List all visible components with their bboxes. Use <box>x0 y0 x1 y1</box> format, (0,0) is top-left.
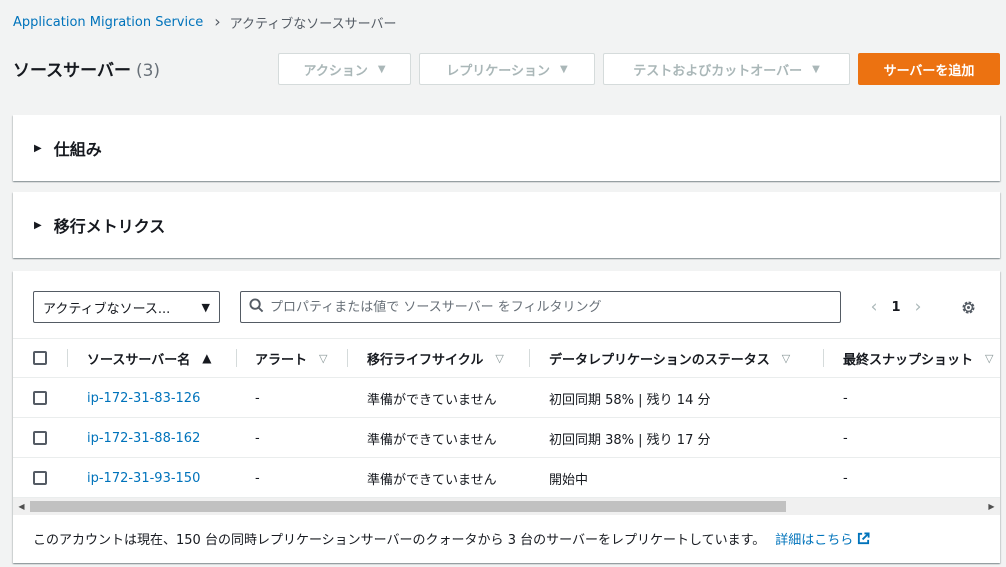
external-link-icon <box>858 532 870 545</box>
column-header-last-snapshot[interactable]: 最終スナップショット ▽ <box>843 339 993 377</box>
chevron-right-icon: › <box>214 12 221 31</box>
scrollbar-thumb[interactable] <box>30 501 786 512</box>
column-header-replication-status[interactable]: データレプリケーションのステータス ▽ <box>549 339 790 377</box>
how-it-works-heading: 仕組み <box>53 140 102 159</box>
row-checkbox-cell <box>33 458 47 498</box>
add-server-button-label: サーバーを追加 <box>883 63 975 79</box>
replication-status-cell: 開始中 <box>549 472 589 488</box>
snapshot-cell: - <box>843 430 848 446</box>
row-checkbox[interactable] <box>33 431 47 445</box>
search-icon <box>249 297 264 317</box>
column-divider <box>529 349 530 367</box>
column-header-alert[interactable]: アラート ▽ <box>255 339 327 377</box>
migration-metrics-section: ▶ 移行メトリクス <box>13 192 1000 258</box>
page-title: ソースサーバー (3) <box>13 56 160 81</box>
pagination: ‹ 1 › <box>863 291 929 323</box>
table-row: ip-172-31-83-126 - 準備ができていません 初回同期 58% |… <box>13 378 1000 418</box>
replication-status-cell: 初回同期 38% | 残り 17 分 <box>549 432 711 448</box>
server-count: (3) <box>135 61 161 81</box>
quota-note-text: このアカウントは現在、150 台の同時レプリケーションサーバーのクォータから 3… <box>33 533 766 548</box>
replication-button-label: レプリケーション <box>446 63 551 79</box>
column-divider <box>823 349 824 367</box>
actions-button[interactable]: アクション ▼ <box>278 53 411 85</box>
sort-icon: ▽ <box>781 351 791 365</box>
sort-ascending-icon: ▲ <box>202 351 212 365</box>
current-page-number[interactable]: 1 <box>885 300 907 315</box>
how-it-works-section: ▶ 仕組み <box>13 115 1000 181</box>
status-filter-select[interactable]: アクティブなソース... ▼ <box>33 291 220 323</box>
alert-cell: - <box>255 470 260 486</box>
server-name-link[interactable]: ip-172-31-83-126 <box>87 378 200 418</box>
scroll-left-icon[interactable]: ◀ <box>13 498 30 515</box>
row-checkbox[interactable] <box>33 471 47 485</box>
scroll-right-icon[interactable]: ▶ <box>983 498 1000 515</box>
filter-bar: アクティブなソース... ▼ ‹ 1 › <box>13 291 1000 323</box>
column-header-label: 最終スナップショット <box>843 352 974 368</box>
caret-right-icon: ▶ <box>34 142 42 154</box>
sort-icon: ▽ <box>985 351 994 365</box>
next-page-icon[interactable]: › <box>907 297 929 317</box>
replication-quota-note: このアカウントは現在、150 台の同時レプリケーションサーバーのクォータから 3… <box>33 529 870 548</box>
column-divider <box>347 349 348 367</box>
table-header: ソースサーバー名 ▲ アラート ▽ 移行ライフサイクル ▽ データレプリケーションのス… <box>13 338 1000 378</box>
lifecycle-cell: 準備ができていません <box>367 432 497 448</box>
source-servers-table-panel: アクティブなソース... ▼ ‹ 1 › ソースサーバー名 ▲ アラート ▽ <box>13 271 1000 563</box>
test-cutover-button-label: テストおよびカットオーバー <box>633 63 803 79</box>
sort-icon: ▽ <box>319 351 328 365</box>
breadcrumb-service-link[interactable]: Application Migration Service <box>13 15 203 30</box>
alert-cell: - <box>255 430 260 446</box>
search-input[interactable] <box>270 299 830 315</box>
caret-right-icon: ▶ <box>34 219 42 231</box>
lifecycle-cell: 準備ができていません <box>367 392 497 408</box>
column-header-label: ソースサーバー名 <box>87 352 191 368</box>
search-field[interactable] <box>240 291 841 323</box>
column-header-server-name[interactable]: ソースサーバー名 ▲ <box>87 339 211 377</box>
sort-icon: ▽ <box>495 351 504 365</box>
table-row: ip-172-31-93-150 - 準備ができていません 開始中 - <box>13 458 1000 498</box>
migration-metrics-heading: 移行メトリクス <box>53 217 166 236</box>
learn-more-label: 詳細はこちら <box>775 533 854 548</box>
gear-icon[interactable] <box>958 297 978 317</box>
column-header-label: データレプリケーションのステータス <box>549 352 770 368</box>
add-server-button[interactable]: サーバーを追加 <box>858 53 1000 85</box>
caret-down-icon: ▼ <box>201 300 210 314</box>
actions-button-label: アクション <box>303 63 368 79</box>
caret-down-icon: ▼ <box>377 63 386 75</box>
breadcrumb-current: アクティブなソースサーバー <box>229 16 397 32</box>
snapshot-cell: - <box>843 390 848 406</box>
breadcrumb: Application Migration Service › アクティブなソー… <box>13 12 396 32</box>
table-row: ip-172-31-88-162 - 準備ができていません 初回同期 38% |… <box>13 418 1000 458</box>
migration-metrics-toggle[interactable]: ▶ 移行メトリクス <box>13 192 1000 258</box>
row-checkbox-cell <box>33 418 47 458</box>
horizontal-scrollbar[interactable]: ◀ ▶ <box>13 498 1000 515</box>
row-checkbox[interactable] <box>33 391 47 405</box>
row-checkbox-cell <box>33 378 47 418</box>
column-divider <box>236 349 237 367</box>
snapshot-cell: - <box>843 470 848 486</box>
previous-page-icon[interactable]: ‹ <box>863 297 885 317</box>
column-header-label: 移行ライフサイクル <box>367 352 484 368</box>
column-header-label: アラート <box>255 352 308 368</box>
page-title-text: ソースサーバー <box>13 61 131 81</box>
test-cutover-button[interactable]: テストおよびカットオーバー ▼ <box>603 53 850 85</box>
caret-down-icon: ▼ <box>560 63 568 75</box>
server-name-link[interactable]: ip-172-31-93-150 <box>87 458 200 498</box>
status-filter-value: アクティブなソース... <box>43 301 171 317</box>
column-header-lifecycle[interactable]: 移行ライフサイクル ▽ <box>367 339 504 377</box>
server-name-link[interactable]: ip-172-31-88-162 <box>87 418 200 458</box>
alert-cell: - <box>255 390 260 406</box>
select-all-checkbox[interactable] <box>33 351 47 365</box>
caret-down-icon: ▼ <box>812 63 820 75</box>
learn-more-link[interactable]: 詳細はこちら <box>775 529 870 548</box>
replication-status-cell: 初回同期 58% | 残り 14 分 <box>549 392 711 408</box>
lifecycle-cell: 準備ができていません <box>367 472 497 488</box>
select-all-checkbox-cell <box>33 339 47 377</box>
how-it-works-toggle[interactable]: ▶ 仕組み <box>13 115 1000 181</box>
column-divider <box>67 349 68 367</box>
replication-button[interactable]: レプリケーション ▼ <box>419 53 595 85</box>
